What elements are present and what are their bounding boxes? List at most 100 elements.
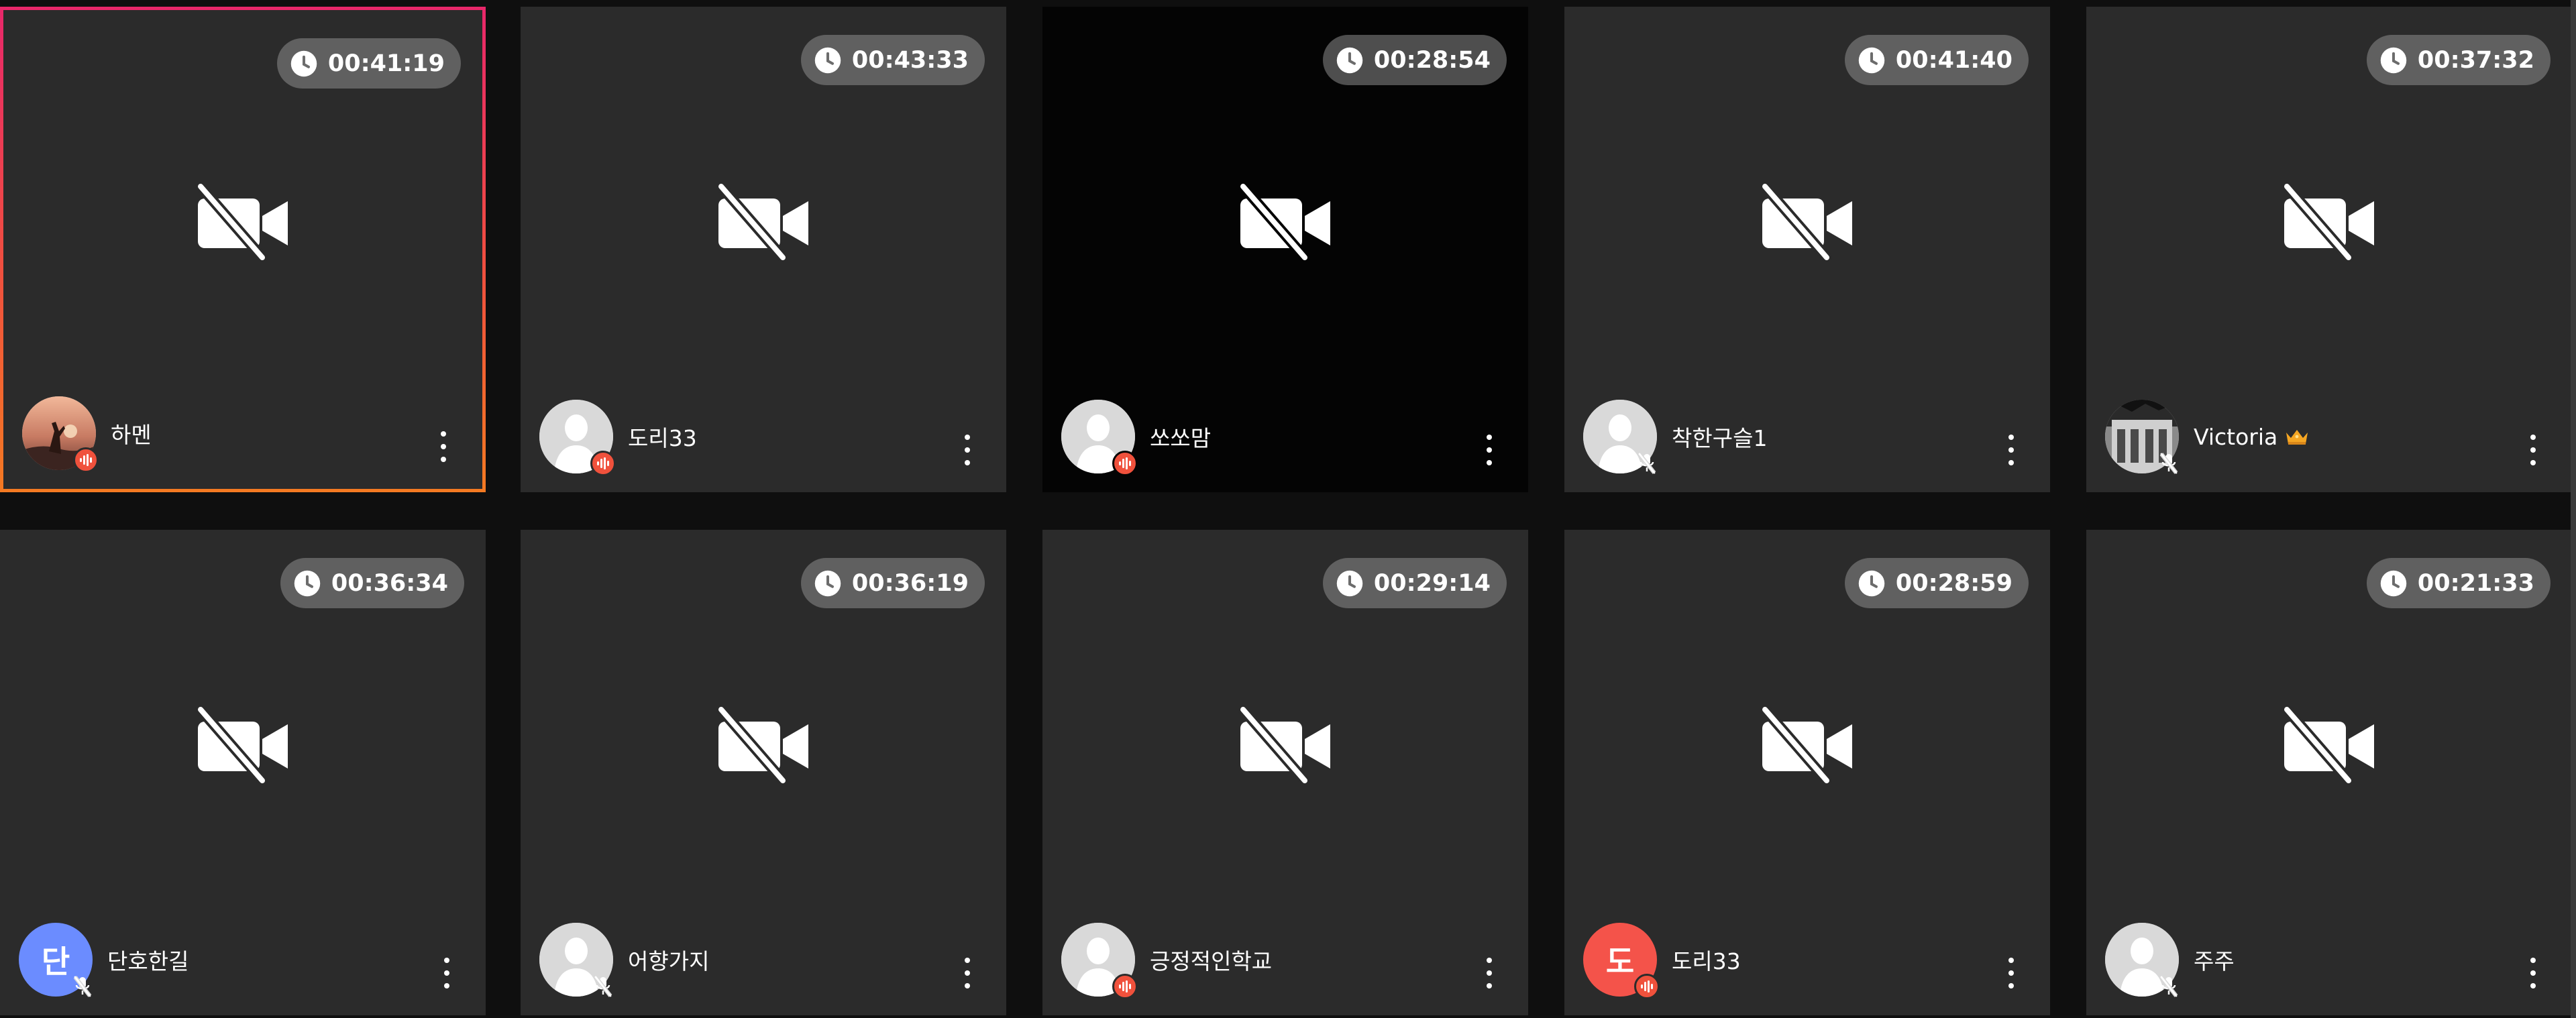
- timer-text: 00:41:19: [327, 50, 445, 77]
- clock-icon: [2379, 569, 2408, 598]
- clock-icon: [1335, 569, 1364, 598]
- participant-name-row: 착한구슬1: [1672, 420, 1767, 453]
- mic-speaking-icon: [1634, 974, 1660, 999]
- participant-name-row: 긍정적인학교: [1150, 944, 1272, 976]
- video-off-icon: [193, 707, 293, 784]
- participant-info: 주주: [2105, 923, 2235, 997]
- timer-text: 00:43:33: [851, 46, 969, 74]
- timer-text: 00:36:34: [331, 569, 448, 597]
- participant-name-row: 도리33: [1672, 944, 1741, 976]
- scrollbar-edge[interactable]: [2571, 0, 2576, 1018]
- participant-tile[interactable]: 00:36:19 어향가지: [521, 530, 1006, 1015]
- session-timer: 00:37:32: [2366, 35, 2551, 85]
- participant-grid: 00:41:19 하멘 00:43:33 도리33 00:28:54 쏘쏘맘 00:4…: [0, 0, 2576, 1018]
- participant-tile[interactable]: 00:29:14 긍정적인학교: [1042, 530, 1528, 1015]
- more-vert-icon[interactable]: [440, 958, 453, 988]
- avatar-container: [22, 396, 99, 473]
- participant-info: 도 도리33: [1583, 923, 1741, 999]
- participant-name: Victoria: [2194, 423, 2278, 450]
- session-timer: 00:41:40: [1844, 35, 2029, 85]
- mic-speaking-icon: [590, 451, 616, 476]
- participant-tile[interactable]: 00:41:40 착한구슬1: [1564, 7, 2050, 492]
- more-vert-icon[interactable]: [2526, 435, 2540, 465]
- participant-name: 주주: [2194, 948, 2235, 974]
- clock-icon: [292, 569, 322, 598]
- mic-off-icon: [2156, 974, 2182, 999]
- avatar-container: [539, 400, 616, 476]
- participant-name: 착한구슬1: [1672, 425, 1768, 451]
- more-vert-icon[interactable]: [2004, 958, 2018, 988]
- session-timer: 00:41:19: [276, 38, 461, 89]
- timer-text: 00:37:32: [2417, 46, 2534, 74]
- participant-tile[interactable]: 00:41:19 하멘: [0, 7, 486, 492]
- participant-name: 어향가지: [628, 948, 710, 974]
- timer-text: 00:28:59: [1895, 569, 2012, 597]
- clock-icon: [1857, 569, 1886, 598]
- clock-icon: [289, 49, 319, 78]
- clock-icon: [1335, 46, 1364, 75]
- mic-speaking-icon: [73, 447, 99, 473]
- more-vert-icon[interactable]: [437, 431, 450, 462]
- participant-tile[interactable]: 00:21:33 주주: [2086, 530, 2572, 1015]
- avatar-container: [539, 923, 613, 997]
- more-vert-icon[interactable]: [961, 435, 974, 465]
- mic-off-icon: [590, 974, 616, 999]
- more-vert-icon[interactable]: [2526, 958, 2540, 988]
- session-timer: 00:28:54: [1322, 35, 1507, 85]
- video-off-icon: [1757, 707, 1858, 784]
- more-vert-icon[interactable]: [2004, 435, 2018, 465]
- more-vert-icon[interactable]: [1483, 435, 1496, 465]
- participant-name-row: 도리33: [628, 420, 697, 453]
- participant-tile[interactable]: 00:28:54 쏘쏘맘: [1042, 7, 1528, 492]
- timer-text: 00:36:19: [851, 569, 969, 597]
- avatar-container: [1583, 400, 1660, 476]
- session-timer: 00:36:34: [280, 558, 464, 608]
- more-vert-icon[interactable]: [1483, 958, 1496, 988]
- participant-info: 하멘: [22, 396, 152, 473]
- clock-icon: [813, 46, 843, 75]
- participant-tile[interactable]: 00:37:32 Victoria: [2086, 7, 2572, 492]
- more-vert-icon[interactable]: [961, 958, 974, 988]
- crown-icon: [2284, 427, 2310, 446]
- participant-info: 착한구슬1: [1583, 400, 1767, 476]
- participant-name-row: 단호한길: [107, 944, 189, 976]
- video-off-icon: [713, 184, 814, 261]
- participant-name-row: 하멘: [111, 417, 152, 449]
- clock-icon: [2379, 46, 2408, 75]
- session-timer: 00:36:19: [800, 558, 985, 608]
- participant-name: 도리33: [628, 425, 697, 451]
- mic-off-icon: [2156, 451, 2182, 476]
- avatar-container: [1061, 923, 1138, 999]
- video-off-icon: [1757, 184, 1858, 261]
- video-off-icon: [713, 707, 814, 784]
- participant-name-row: Victoria: [2194, 424, 2310, 450]
- participant-tile[interactable]: 00:28:59 도 도리33: [1564, 530, 2050, 1015]
- video-off-icon: [1235, 707, 1336, 784]
- participant-name: 긍정적인학교: [1150, 948, 1273, 974]
- avatar-container: [2105, 400, 2182, 476]
- participant-name-row: 어향가지: [628, 944, 709, 976]
- participant-name: 도리33: [1672, 948, 1741, 974]
- participant-tile[interactable]: 00:36:34 단 단호한길: [0, 530, 486, 1015]
- video-off-icon: [2279, 707, 2379, 784]
- session-timer: 00:28:59: [1844, 558, 2029, 608]
- session-timer: 00:43:33: [800, 35, 985, 85]
- timer-text: 00:21:33: [2417, 569, 2534, 597]
- participant-info: 쏘쏘맘: [1061, 400, 1211, 476]
- avatar-container: [2105, 923, 2179, 997]
- participant-name-row: 주주: [2194, 944, 2235, 976]
- participant-info: 도리33: [539, 400, 697, 476]
- mic-off-icon: [1634, 451, 1660, 476]
- participant-info: 어향가지: [539, 923, 709, 997]
- mic-speaking-icon: [1112, 451, 1138, 476]
- timer-text: 00:29:14: [1373, 569, 1491, 597]
- participant-info: Victoria: [2105, 400, 2310, 476]
- clock-icon: [1857, 46, 1886, 75]
- participant-tile[interactable]: 00:43:33 도리33: [521, 7, 1006, 492]
- timer-text: 00:28:54: [1373, 46, 1491, 74]
- timer-text: 00:41:40: [1895, 46, 2012, 74]
- avatar-container: 단: [19, 923, 93, 997]
- participant-name: 단호한길: [107, 948, 189, 974]
- video-off-icon: [2279, 184, 2379, 261]
- video-off-icon: [1235, 184, 1336, 261]
